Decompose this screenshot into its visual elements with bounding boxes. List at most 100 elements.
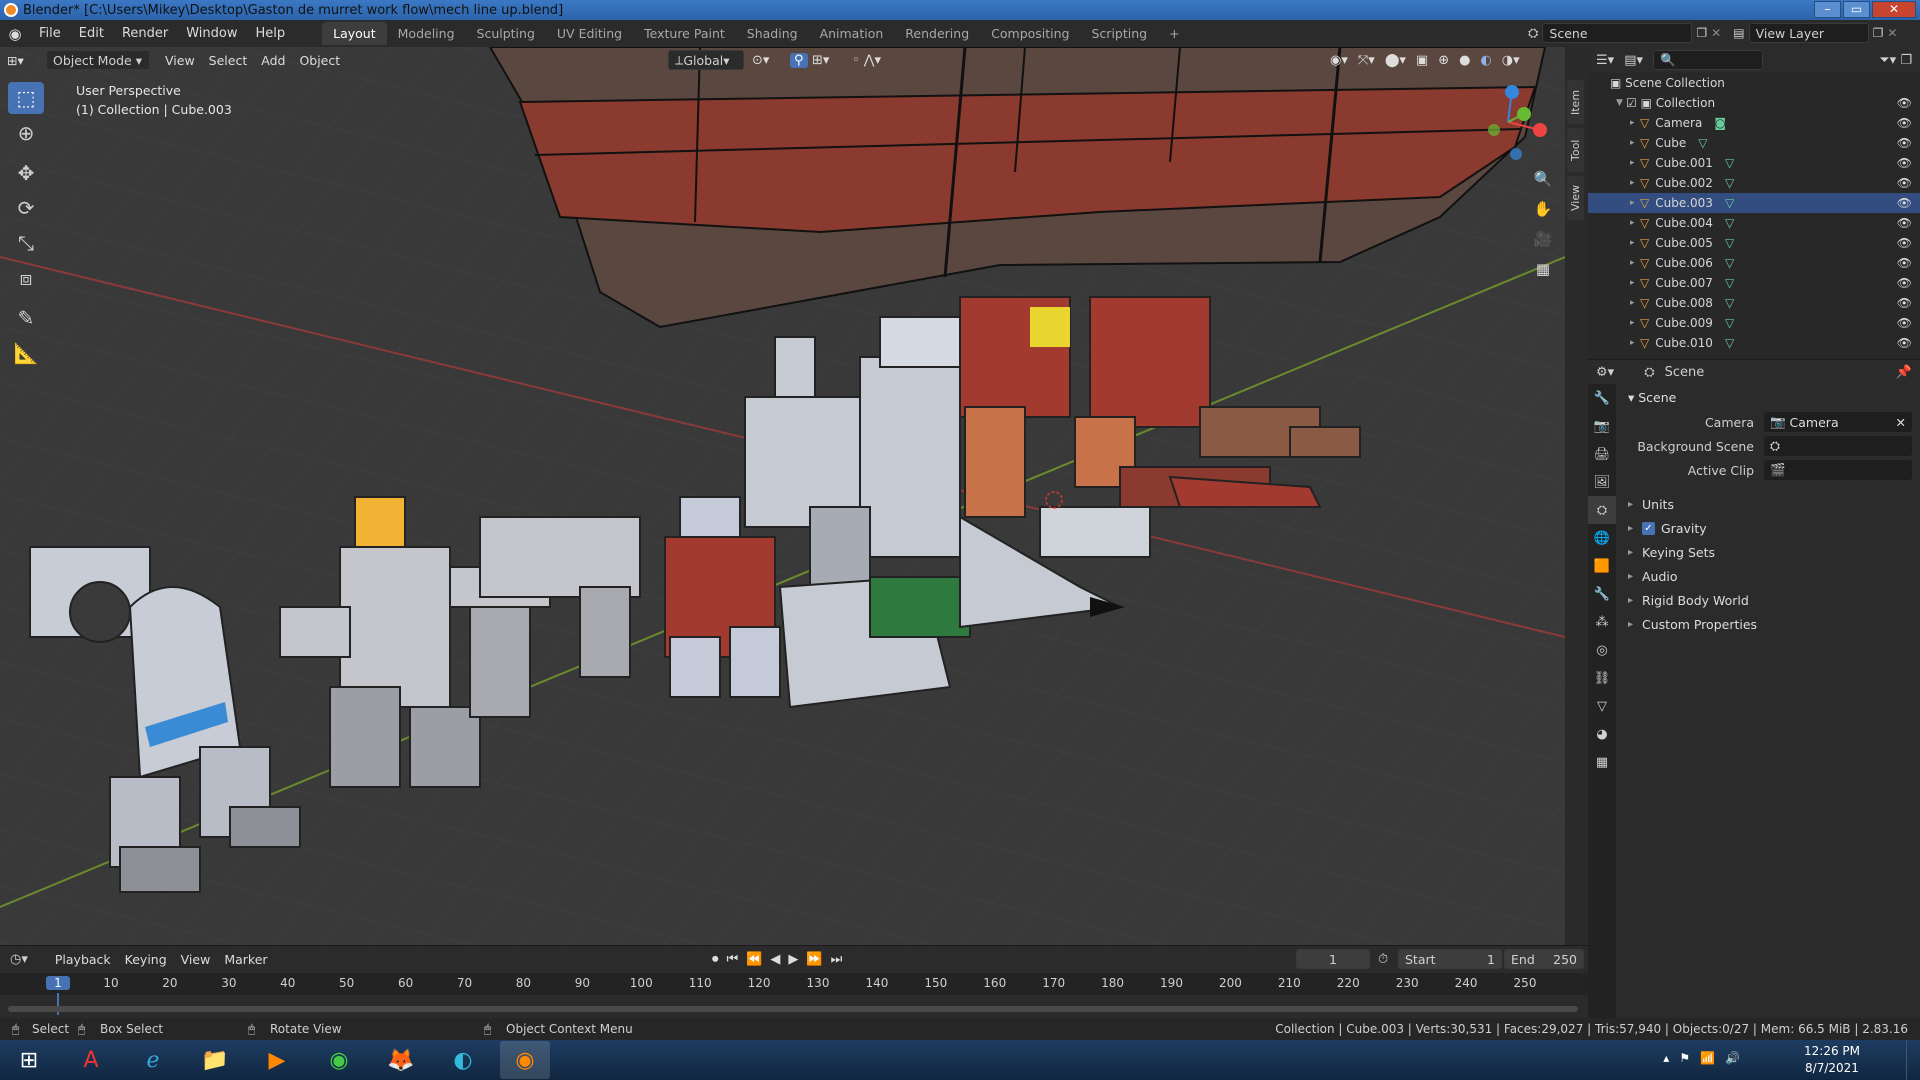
tab-sculpting[interactable]: Sculpting xyxy=(466,22,546,45)
panel-rigid-body-world[interactable]: ▸ Rigid Body World xyxy=(1624,588,1920,612)
panel-gravity[interactable]: ▸ ✓ Gravity xyxy=(1624,516,1920,540)
start-frame-field[interactable]: Start 1 xyxy=(1398,949,1502,969)
expand-triangle-icon[interactable]: ▸ xyxy=(1630,198,1640,208)
preview-range-icon[interactable]: ⏱ xyxy=(1378,952,1388,967)
outliner-item-cube-001[interactable]: ▸ ▽ Cube.001 ▽ 👁 xyxy=(1588,153,1920,173)
close-button[interactable]: ✕ xyxy=(1872,1,1916,18)
end-frame-field[interactable]: End 250 xyxy=(1504,949,1584,969)
timeline-menu-marker[interactable]: Marker xyxy=(217,950,274,969)
outliner-item-camera[interactable]: ▸ ▽ Camera ◙ 👁 xyxy=(1588,113,1920,133)
physics-tab-icon[interactable]: ◎ xyxy=(1588,636,1616,664)
viewport-menu-select[interactable]: Select xyxy=(202,51,255,70)
remove-view-layer-icon[interactable]: ✕ xyxy=(1887,26,1897,40)
tab-compositing[interactable]: Compositing xyxy=(980,22,1080,45)
timeline-menu-keying[interactable]: Keying xyxy=(118,950,174,969)
texture-tab-icon[interactable]: ▦ xyxy=(1588,748,1616,776)
timeline-scrollbar[interactable] xyxy=(8,1006,1578,1012)
zoom-icon[interactable]: 🔍 xyxy=(1530,166,1556,192)
panel-custom-properties[interactable]: ▸ Custom Properties xyxy=(1624,612,1920,636)
gizmo-toggle-icon[interactable]: ⤧▾ xyxy=(1358,53,1375,68)
viewport-menu-add[interactable]: Add xyxy=(254,51,292,70)
expand-triangle-icon[interactable]: ▸ xyxy=(1630,278,1640,288)
viewport-menu-view[interactable]: View xyxy=(158,51,202,70)
tab-rendering[interactable]: Rendering xyxy=(894,22,980,45)
panel-audio[interactable]: ▸ Audio xyxy=(1624,564,1920,588)
sidebar-tab-item[interactable]: Item xyxy=(1567,80,1584,124)
panel-units[interactable]: ▸ Units xyxy=(1624,492,1920,516)
outliner-editor-icon[interactable]: ☰▾ xyxy=(1596,53,1614,68)
output-tab-icon[interactable]: 🖨 xyxy=(1588,440,1616,468)
play-icon[interactable]: ▶ xyxy=(788,952,798,967)
outliner-item-cube-010[interactable]: ▸ ▽ Cube.010 ▽ 👁 xyxy=(1588,333,1920,353)
menu-render[interactable]: Render xyxy=(113,26,177,41)
outliner-item-cube[interactable]: ▸ ▽ Cube ▽ 👁 xyxy=(1588,133,1920,153)
sidebar-tab-view[interactable]: View xyxy=(1567,176,1584,220)
snap-icon[interactable]: ⚲ xyxy=(790,52,808,68)
tab-animation[interactable]: Animation xyxy=(809,22,895,45)
internet-explorer-icon[interactable]: ℯ xyxy=(128,1041,178,1079)
navigation-gizmo[interactable] xyxy=(1468,82,1548,162)
record-icon[interactable]: ⏺ xyxy=(712,952,719,967)
scene-section-header[interactable]: ▾ Scene xyxy=(1624,384,1920,410)
outliner-search-input[interactable]: 🔍 xyxy=(1653,50,1763,70)
visibility-eye-icon[interactable]: 👁 xyxy=(1897,296,1912,310)
sidebar-tab-tool[interactable]: Tool xyxy=(1567,128,1584,172)
timeline-menu-playback[interactable]: Playback xyxy=(48,950,118,969)
remove-scene-icon[interactable]: ✕ xyxy=(1711,26,1721,40)
expand-triangle-icon[interactable]: ▸ xyxy=(1630,118,1640,128)
clear-camera-icon[interactable]: ✕ xyxy=(1896,415,1906,430)
modifier-tab-icon[interactable]: 🔧 xyxy=(1588,580,1616,608)
visibility-eye-icon[interactable]: 👁 xyxy=(1897,256,1912,270)
rotate-tool-icon[interactable]: ⟳ xyxy=(8,192,44,224)
viewport-menu-object[interactable]: Object xyxy=(292,51,347,70)
camera-field[interactable]: 📷 Camera ✕ xyxy=(1764,412,1912,432)
move-tool-icon[interactable]: ✥ xyxy=(8,157,44,189)
display-mode-icon[interactable]: ▤▾ xyxy=(1624,53,1643,68)
tray-expand-icon[interactable]: ▴ xyxy=(1663,1051,1669,1065)
menu-window[interactable]: Window xyxy=(177,26,246,41)
tab-shading[interactable]: Shading xyxy=(736,22,809,45)
visibility-eye-icon[interactable]: 👁 xyxy=(1897,196,1912,210)
play-reverse-icon[interactable]: ◀ xyxy=(770,952,780,967)
outliner-item-cube-009[interactable]: ▸ ▽ Cube.009 ▽ 👁 xyxy=(1588,313,1920,333)
edge-icon[interactable]: ◐ xyxy=(438,1041,488,1079)
orientation-dropdown[interactable]: ⟂ Global ▾ xyxy=(668,50,744,70)
active-clip-field[interactable]: 🎬 xyxy=(1764,460,1912,480)
expand-triangle-icon[interactable]: ▸ xyxy=(1630,298,1640,308)
material-tab-icon[interactable]: ◕ xyxy=(1588,720,1616,748)
measure-tool-icon[interactable]: 📐 xyxy=(8,337,44,369)
select-box-tool-icon[interactable]: ⬚ xyxy=(8,82,44,114)
scene-selector[interactable]: Scene xyxy=(1542,23,1693,43)
3d-viewport[interactable] xyxy=(0,47,1565,945)
visibility-eye-icon[interactable]: 👁 xyxy=(1897,216,1912,230)
object-tab-icon[interactable]: 🟧 xyxy=(1588,552,1616,580)
outliner-item-cube-002[interactable]: ▸ ▽ Cube.002 ▽ 👁 xyxy=(1588,173,1920,193)
expand-triangle-icon[interactable]: ▸ xyxy=(1630,258,1640,268)
maximize-button[interactable]: ▭ xyxy=(1843,1,1870,18)
proportional-edit-icon[interactable]: ◦ ⋀▾ xyxy=(852,53,881,68)
camera-view-icon[interactable]: 🎥 xyxy=(1530,226,1556,252)
tool-tab-icon[interactable]: 🔧 xyxy=(1588,384,1616,412)
tab-texture-paint[interactable]: Texture Paint xyxy=(633,22,736,45)
material-shading-icon[interactable]: ◐ xyxy=(1480,53,1491,68)
minimize-button[interactable]: – xyxy=(1814,1,1841,18)
view-layer-selector[interactable]: View Layer xyxy=(1748,23,1869,43)
collection-row[interactable]: ▼ ☑ ▣ Collection 👁 xyxy=(1588,93,1920,113)
start-button-icon[interactable]: ⊞ xyxy=(4,1041,54,1079)
pan-hand-icon[interactable]: ✋ xyxy=(1530,196,1556,222)
solid-shading-icon[interactable]: ● xyxy=(1459,53,1470,68)
editor-type-icon[interactable]: ⊞▾ xyxy=(0,51,34,70)
media-player-icon[interactable]: ▶ xyxy=(252,1041,302,1079)
timeline-editor-icon[interactable]: ◷▾ xyxy=(10,952,28,967)
tab-modeling[interactable]: Modeling xyxy=(387,22,466,45)
volume-icon[interactable]: 🔊 xyxy=(1725,1051,1740,1065)
outliner-item-cube-003[interactable]: ▸ ▽ Cube.003 ▽ 👁 xyxy=(1588,193,1920,213)
expand-triangle-icon[interactable]: ▸ xyxy=(1630,218,1640,228)
outliner-item-cube-004[interactable]: ▸ ▽ Cube.004 ▽ 👁 xyxy=(1588,213,1920,233)
add-workspace-button[interactable]: + xyxy=(1158,22,1190,45)
menu-file[interactable]: File xyxy=(30,26,70,41)
view-layer-tab-icon[interactable]: 🖼 xyxy=(1588,468,1616,496)
world-tab-icon[interactable]: 🌐 xyxy=(1588,524,1616,552)
visibility-eye-icon[interactable]: 👁 xyxy=(1897,316,1912,330)
rendered-shading-icon[interactable]: ◑▾ xyxy=(1502,53,1520,68)
